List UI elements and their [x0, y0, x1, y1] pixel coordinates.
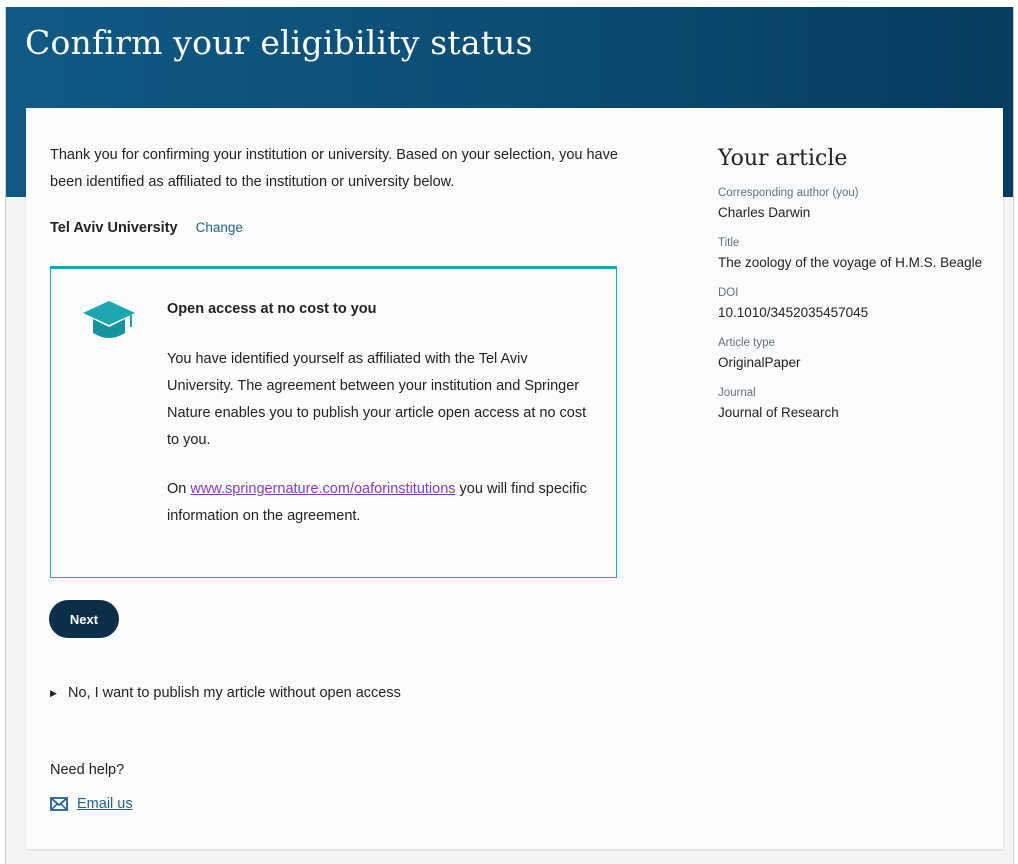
field-label: DOI	[718, 287, 739, 299]
field-corresponding-author: Corresponding author (you) Charles Darwi…	[718, 187, 998, 220]
field-value: The zoology of the voyage of H.M.S. Beag…	[718, 255, 983, 270]
field-label: Corresponding author (you)	[718, 187, 859, 199]
oa-for-institutions-link[interactable]: www.springernature.com/oaforinstitutions	[190, 481, 455, 497]
graduation-cap-icon	[83, 301, 135, 338]
field-value: OriginalPaper	[718, 355, 801, 370]
field-value: Charles Darwin	[718, 205, 811, 220]
sidebar-title: Your article	[718, 146, 848, 171]
email-us-link[interactable]: Email us	[77, 796, 133, 812]
field-label: Article type	[718, 337, 775, 349]
change-institution-link[interactable]: Change	[196, 220, 243, 235]
field-value: Journal of Research	[718, 405, 839, 420]
institution-row: Tel Aviv University Change	[50, 220, 243, 236]
field-label: Journal	[718, 387, 756, 399]
agreement-info-text: On www.springernature.com/oaforinstituti…	[167, 476, 597, 530]
field-doi: DOI 10.1010/3452035457045	[718, 287, 998, 320]
field-title: Title The zoology of the voyage of H.M.S…	[718, 237, 998, 270]
page-title: Confirm your eligibility status	[25, 23, 533, 62]
need-help-heading: Need help?	[50, 762, 125, 778]
content-card: Thank you for confirming your institutio…	[26, 108, 1003, 849]
open-access-heading: Open access at no cost to you	[167, 301, 377, 317]
disclosure-triangle-icon: ▶	[50, 687, 57, 698]
agreement-info-prefix: On	[167, 481, 191, 497]
open-access-description: You have identified yourself as affiliat…	[167, 351, 587, 448]
field-journal: Journal Journal of Research	[718, 387, 998, 420]
institution-name: Tel Aviv University	[50, 220, 178, 236]
decline-open-access-toggle[interactable]: ▶ No, I want to publish my article witho…	[50, 685, 401, 701]
article-sidebar: Your article Corresponding author (you) …	[718, 146, 998, 437]
field-article-type: Article type OriginalPaper	[718, 337, 998, 370]
field-value: 10.1010/3452035457045	[718, 305, 869, 320]
next-button[interactable]: Next	[49, 600, 119, 638]
email-us-row: Email us	[50, 796, 133, 812]
page-frame: Confirm your eligibility status Thank yo…	[5, 7, 1014, 864]
envelope-icon	[50, 797, 68, 811]
open-access-info-box: Open access at no cost to you You have i…	[50, 266, 617, 578]
field-label: Title	[718, 237, 740, 249]
intro-text: Thank you for confirming your institutio…	[50, 147, 618, 190]
decline-open-access-label: No, I want to publish my article without…	[68, 685, 401, 701]
